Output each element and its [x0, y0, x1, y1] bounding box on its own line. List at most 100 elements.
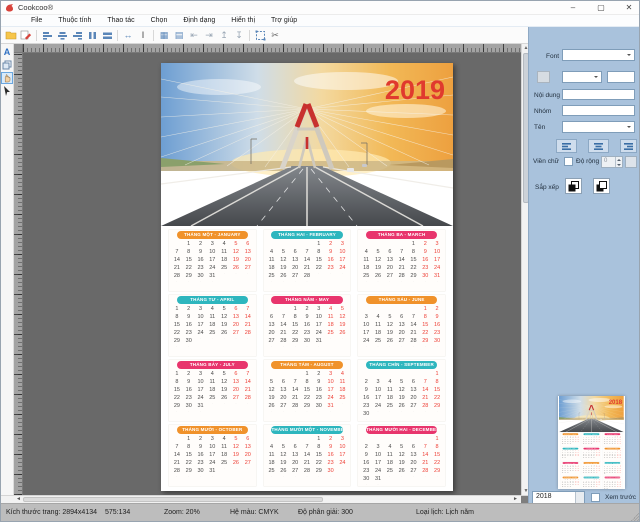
day-cell: [171, 241, 183, 249]
day-cell: 7: [419, 379, 431, 387]
menu-item-thao-tac[interactable]: Thao tác: [99, 15, 142, 27]
month-card[interactable]: THÁNG CHÍN - SEPTEMBER123456789101112131…: [358, 360, 445, 421]
grid-icon[interactable]: ▤: [172, 28, 186, 42]
distribute-horizontal-icon[interactable]: [85, 28, 99, 42]
menu-item-hien-thi[interactable]: Hiển thị: [223, 15, 263, 27]
transform-icon[interactable]: [253, 28, 267, 42]
day-cell: 29: [183, 273, 195, 281]
day-cell: 3: [372, 379, 384, 387]
menu-item-file[interactable]: File: [23, 15, 50, 27]
font-style-input[interactable]: [607, 71, 635, 83]
text-tool[interactable]: A: [1, 46, 13, 58]
font-size-select[interactable]: [562, 71, 602, 83]
align-left-icon[interactable]: [40, 28, 54, 42]
align-center-icon[interactable]: [55, 28, 69, 42]
horizontal-scroll-thumb[interactable]: [23, 497, 323, 502]
font-select[interactable]: [562, 49, 635, 61]
month-card[interactable]: THÁNG MƯỜI MỘT - NOVEMBER123456789101112…: [264, 425, 351, 486]
fit-width-icon[interactable]: ↔: [121, 28, 135, 42]
duplicate-tool[interactable]: [1, 59, 13, 71]
text-align-center-button[interactable]: [588, 139, 609, 153]
maximize-icon[interactable]: ▢: [595, 1, 607, 15]
day-cell: [372, 436, 384, 444]
preview-thumbnail[interactable]: 2018 THÁNG MỘT - JANUARY1234567891011121…: [558, 396, 625, 489]
day-cell: 19: [266, 395, 278, 403]
font-color-button[interactable]: [537, 71, 550, 83]
content-input[interactable]: [562, 89, 635, 100]
month-card[interactable]: THÁNG TƯ - APRIL123456789101112131415161…: [169, 295, 256, 356]
month-card[interactable]: THÁNG BẢY - JULY123456789101112131415161…: [169, 360, 256, 421]
day-cell: 24: [325, 395, 337, 403]
select-tool[interactable]: [1, 85, 13, 97]
align-edge-right-icon[interactable]: ⇥: [202, 28, 216, 42]
year-text[interactable]: 2019: [385, 75, 445, 105]
month-card[interactable]: THÁNG SÁU - JUNE123456789101112131415161…: [358, 295, 445, 356]
day-cell: 3: [325, 371, 337, 379]
name-select[interactable]: [562, 121, 635, 133]
month-card[interactable]: THÁNG HAI - FEBRUARY12345678910111213141…: [264, 230, 351, 291]
align-top-icon[interactable]: ↥: [217, 28, 231, 42]
preview-checkbox[interactable]: [591, 493, 600, 502]
day-cell: [408, 306, 420, 314]
toolbar-separator: [36, 30, 37, 41]
align-edge-left-icon[interactable]: ⇤: [187, 28, 201, 42]
month-card[interactable]: THÁNG NĂM - MAY1234567891011121314151617…: [264, 295, 351, 356]
design-canvas[interactable]: 2019 THÁNG MỘT - JANUARY1234567891011121…: [23, 53, 521, 495]
year-stepper-icon[interactable]: [575, 492, 584, 503]
day-cell: 28: [396, 273, 408, 281]
bring-forward-button[interactable]: [565, 178, 582, 194]
day-cell: 14: [171, 452, 183, 460]
calendar-page[interactable]: 2018 THÁNG MỘT - JANUARY1234567891011121…: [559, 396, 624, 489]
resize-grip[interactable]: [630, 512, 640, 522]
distribute-vertical-icon[interactable]: [100, 28, 114, 42]
preview-label: Xem trước: [605, 494, 636, 501]
hand-tool[interactable]: [1, 72, 13, 84]
month-card[interactable]: THÁNG TÁM - AUGUST1234567891011121314151…: [264, 360, 351, 421]
horizontal-scrollbar[interactable]: ◄ ►: [1, 495, 530, 503]
align-bottom-icon[interactable]: ↧: [232, 28, 246, 42]
month-card[interactable]: THÁNG MƯỜI HAI - DECEMBER123456789101112…: [358, 425, 445, 486]
month-card[interactable]: THÁNG MƯỜI - OCTOBER12345678910111213141…: [169, 425, 256, 486]
menu-item-chon[interactable]: Chọn: [143, 15, 176, 27]
menu-item-dinh-dang[interactable]: Định dạng: [175, 15, 223, 27]
day-cell: 31: [195, 403, 207, 411]
scroll-left-icon[interactable]: ◄: [14, 496, 23, 503]
border-color-box[interactable]: [625, 156, 637, 168]
day-cell: 24: [372, 403, 384, 411]
month-card[interactable]: THÁNG BA - MARCH123456789101112131415161…: [358, 230, 445, 291]
calendar-page[interactable]: 2019 THÁNG MỘT - JANUARY1234567891011121…: [161, 63, 453, 491]
table-icon[interactable]: ▦: [157, 28, 171, 42]
day-cell: 26: [230, 460, 242, 468]
day-cell: 14: [277, 322, 289, 330]
text-border-checkbox[interactable]: [564, 157, 573, 166]
scroll-right-icon[interactable]: ►: [511, 496, 520, 503]
day-cell: 22: [431, 395, 443, 403]
menu-item-thuoc-tinh[interactable]: Thuộc tính: [50, 15, 99, 27]
minimize-icon[interactable]: –: [567, 1, 579, 15]
group-input[interactable]: [562, 105, 635, 116]
day-cell: 1: [183, 241, 195, 249]
day-cell: 5: [266, 379, 278, 387]
day-cell: 18: [206, 322, 218, 330]
bridge-photo[interactable]: 2019: [161, 63, 453, 226]
day-cell: 4: [325, 306, 337, 314]
cut-icon[interactable]: ✂: [268, 28, 282, 42]
day-cell: [360, 436, 372, 444]
close-icon[interactable]: ✕: [623, 1, 635, 15]
stepper-arrows-icon[interactable]: [615, 157, 622, 167]
day-cell: [325, 338, 337, 346]
export-image-button[interactable]: [19, 28, 33, 42]
day-cell: 22: [431, 460, 443, 468]
menu-item-tro-giup[interactable]: Trợ giúp: [263, 15, 305, 27]
text-align-right-button[interactable]: [620, 139, 637, 153]
open-file-button[interactable]: [4, 28, 18, 42]
day-cell: 12: [396, 452, 408, 460]
text-align-left-button[interactable]: [556, 139, 577, 153]
align-right-icon[interactable]: [70, 28, 84, 42]
day-cell: 2: [325, 241, 337, 249]
text-cursor-icon[interactable]: I: [136, 28, 150, 42]
border-width-stepper[interactable]: 0: [601, 156, 623, 168]
month-card[interactable]: THÁNG MỘT - JANUARY123456789101112131415…: [169, 230, 256, 291]
day-cell: 27: [289, 468, 301, 476]
send-backward-button[interactable]: [593, 178, 610, 194]
